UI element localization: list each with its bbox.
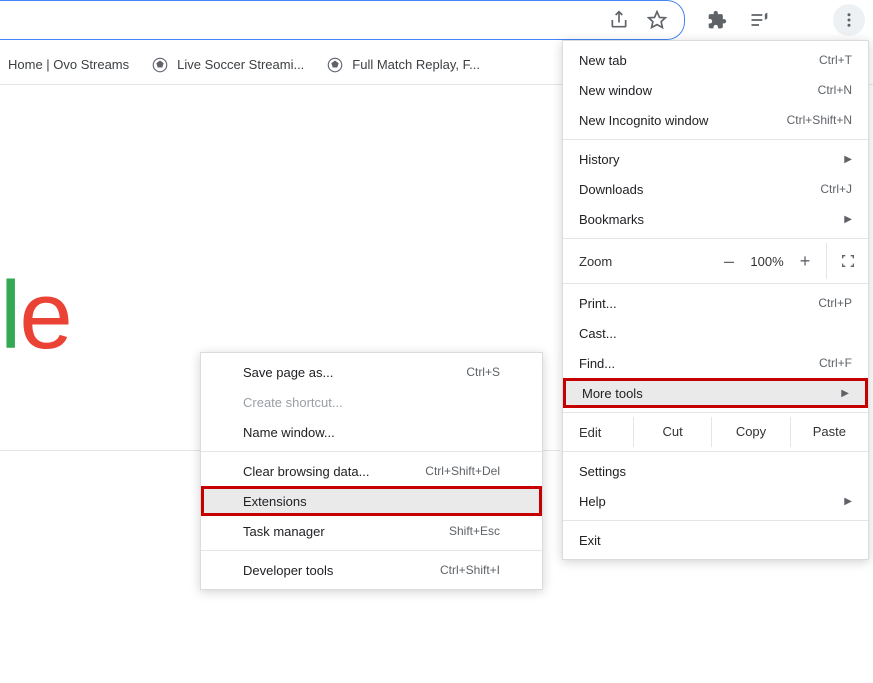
chevron-right-icon: ▶ (844, 496, 852, 507)
chevron-right-icon: ▶ (841, 388, 849, 399)
submenu-clear-browsing-data[interactable]: Clear browsing data... Ctrl+Shift+Del (201, 456, 542, 486)
divider (563, 412, 868, 413)
divider (563, 520, 868, 521)
menu-history[interactable]: History ▶ (563, 144, 868, 174)
zoom-percent: 100% (744, 254, 790, 269)
share-icon[interactable] (607, 8, 631, 32)
menu-new-incognito[interactable]: New Incognito window Ctrl+Shift+N (563, 105, 868, 135)
star-icon[interactable] (645, 8, 669, 32)
menu-settings[interactable]: Settings (563, 456, 868, 486)
menu-print[interactable]: Print... Ctrl+P (563, 288, 868, 318)
divider (563, 238, 868, 239)
submenu-developer-tools[interactable]: Developer tools Ctrl+Shift+I (201, 555, 542, 585)
submenu-extensions[interactable]: Extensions (201, 486, 542, 516)
chevron-right-icon: ▶ (844, 154, 852, 165)
divider (563, 451, 868, 452)
chrome-menu: New tab Ctrl+T New window Ctrl+N New Inc… (562, 40, 869, 560)
bookmark-item[interactable]: Home | Ovo Streams (8, 57, 129, 72)
submenu-task-manager[interactable]: Task manager Shift+Esc (201, 516, 542, 546)
more-tools-submenu: Save page as... Ctrl+S Create shortcut..… (200, 352, 543, 590)
menu-edit-row: Edit Cut Copy Paste (563, 417, 868, 447)
menu-help[interactable]: Help ▶ (563, 486, 868, 516)
zoom-out-button[interactable]: – (714, 252, 744, 270)
chevron-right-icon: ▶ (844, 214, 852, 225)
menu-find[interactable]: Find... Ctrl+F (563, 348, 868, 378)
bookmark-item[interactable]: Live Soccer Streami... (151, 56, 304, 74)
menu-exit[interactable]: Exit (563, 525, 868, 555)
menu-bookmarks[interactable]: Bookmarks ▶ (563, 204, 868, 234)
address-bar[interactable] (0, 0, 685, 40)
bookmark-item[interactable]: Full Match Replay, F... (326, 56, 480, 74)
cut-button[interactable]: Cut (633, 417, 711, 447)
zoom-in-button[interactable]: + (790, 252, 820, 270)
divider (563, 283, 868, 284)
bookmark-label: Home | Ovo Streams (8, 57, 129, 72)
soccer-icon (151, 56, 169, 74)
divider (201, 550, 542, 551)
reading-list-icon[interactable] (747, 8, 771, 32)
menu-cast[interactable]: Cast... (563, 318, 868, 348)
submenu-save-page-as[interactable]: Save page as... Ctrl+S (201, 357, 542, 387)
paste-button[interactable]: Paste (790, 417, 868, 447)
divider (563, 139, 868, 140)
menu-zoom: Zoom – 100% + (563, 243, 868, 279)
menu-button[interactable] (833, 4, 865, 36)
soccer-icon (326, 56, 344, 74)
copy-button[interactable]: Copy (711, 417, 789, 447)
divider (201, 451, 542, 452)
menu-new-window[interactable]: New window Ctrl+N (563, 75, 868, 105)
menu-more-tools[interactable]: More tools ▶ (563, 378, 868, 408)
menu-new-tab[interactable]: New tab Ctrl+T (563, 45, 868, 75)
google-logo-fragment: le (0, 268, 71, 364)
submenu-create-shortcut: Create shortcut... (201, 387, 542, 417)
bookmark-label: Full Match Replay, F... (352, 57, 480, 72)
menu-downloads[interactable]: Downloads Ctrl+J (563, 174, 868, 204)
fullscreen-button[interactable] (826, 243, 868, 279)
bookmark-label: Live Soccer Streami... (177, 57, 304, 72)
extensions-icon[interactable] (705, 8, 729, 32)
submenu-name-window[interactable]: Name window... (201, 417, 542, 447)
